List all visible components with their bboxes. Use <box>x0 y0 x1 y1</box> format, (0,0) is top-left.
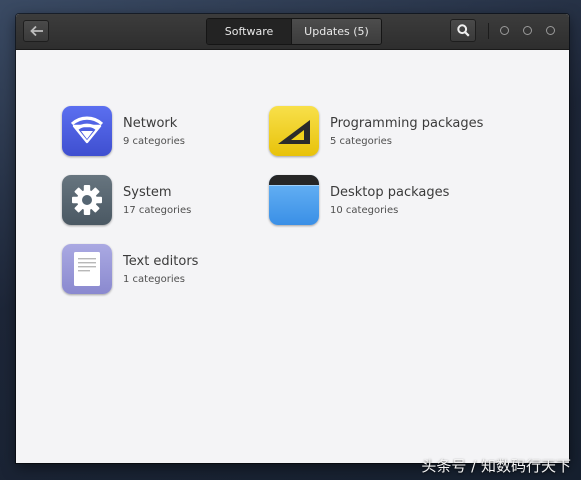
header-bar: Software Updates (5) <box>16 14 569 50</box>
tab-updates[interactable]: Updates (5) <box>291 19 381 44</box>
document-icon <box>62 244 112 294</box>
software-center-window: Software Updates (5) Network 9 categorie… <box>16 14 569 463</box>
watermark-text: 头条号 / 知数码行天下 <box>421 457 571 475</box>
programming-icon <box>269 106 319 156</box>
close-button[interactable] <box>546 26 555 35</box>
view-switcher: Software Updates (5) <box>206 18 382 45</box>
maximize-button[interactable] <box>523 26 532 35</box>
header-separator <box>488 23 489 39</box>
desktop-icon <box>269 175 319 225</box>
search-button[interactable] <box>450 19 476 42</box>
minimize-button[interactable] <box>500 26 509 35</box>
category-desktop-packages[interactable]: Desktop packages 10 categories <box>269 175 469 227</box>
category-count: 5 categories <box>330 136 392 147</box>
gear-icon <box>62 175 112 225</box>
category-programming-packages[interactable]: Programming packages 5 categories <box>269 106 483 158</box>
category-name: Programming packages <box>330 116 484 131</box>
tab-software[interactable]: Software <box>207 19 291 44</box>
category-network[interactable]: Network 9 categories <box>62 106 262 158</box>
category-text-editors[interactable]: Text editors 1 categories <box>62 244 262 296</box>
category-name: Network <box>123 116 178 131</box>
network-icon <box>62 106 112 156</box>
category-count: 9 categories <box>123 136 185 147</box>
category-count: 1 categories <box>123 274 185 285</box>
category-count: 10 categories <box>330 205 399 216</box>
category-count: 17 categories <box>123 205 192 216</box>
category-name: Text editors <box>123 254 199 269</box>
category-system[interactable]: System 17 categories <box>62 175 262 227</box>
back-button[interactable] <box>23 20 49 42</box>
category-name: Desktop packages <box>330 185 450 200</box>
category-name: System <box>123 185 172 200</box>
category-grid: Network 9 categories Programming package… <box>16 50 569 463</box>
